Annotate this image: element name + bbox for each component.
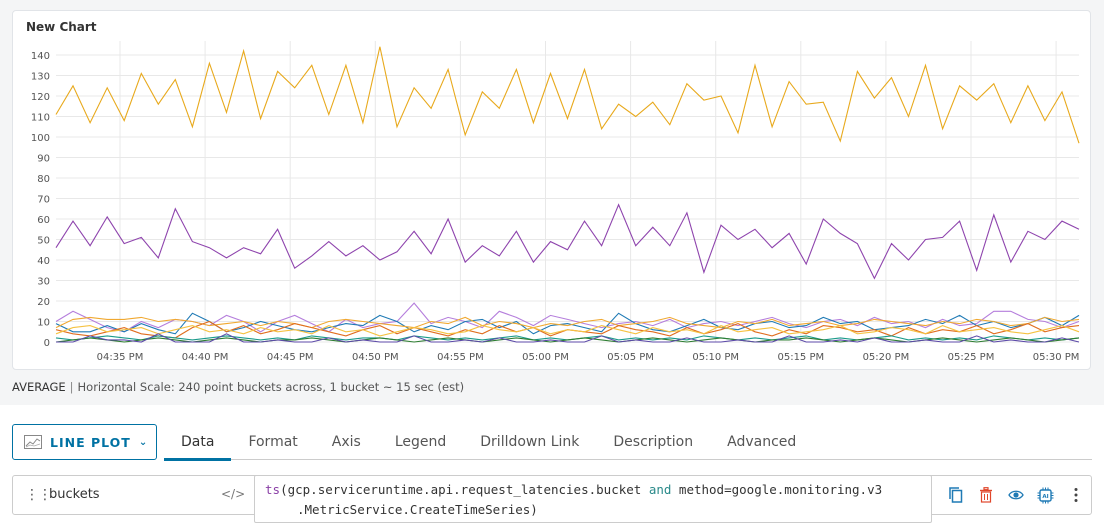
query-keyword: and xyxy=(648,482,672,497)
tab-format[interactable]: Format xyxy=(231,424,314,460)
x-tick-label: 05:10 PM xyxy=(692,352,739,363)
x-tick-label: 04:50 PM xyxy=(352,352,399,363)
drag-handle-icon[interactable]: ⋮⋮ xyxy=(25,487,52,503)
more-options-button[interactable] xyxy=(1067,487,1084,504)
toggle-visibility-button[interactable] xyxy=(1007,487,1024,504)
series-line-series-low-2[interactable] xyxy=(55,312,1080,335)
y-tick-label: 30 xyxy=(37,277,50,288)
query-function: ts xyxy=(265,482,281,497)
delete-button[interactable] xyxy=(977,487,994,504)
ai-assist-button[interactable]: AI xyxy=(1037,487,1054,504)
query-row: ⋮⋮ buckets </> ts(gcp.serviceruntime.api… xyxy=(12,475,1092,523)
x-tick-label: 04:45 PM xyxy=(267,352,314,363)
tab-advanced[interactable]: Advanced xyxy=(710,424,813,460)
y-tick-label: 70 xyxy=(37,195,50,206)
x-tick-label: 04:35 PM xyxy=(97,352,144,363)
chevron-down-icon: ⌄ xyxy=(138,436,149,448)
y-tick-label: 60 xyxy=(37,215,50,226)
y-tick-label: 0 xyxy=(44,338,50,349)
chart-type-label: LINE PLOT xyxy=(50,434,131,450)
y-tick-label: 40 xyxy=(37,256,50,267)
y-tick-label: 110 xyxy=(31,113,50,124)
y-tick-label: 10 xyxy=(37,318,50,329)
kebab-icon xyxy=(1074,488,1077,502)
x-tick-label: 05:20 PM xyxy=(863,352,910,363)
tab-description[interactable]: Description xyxy=(596,424,710,460)
x-tick-label: 04:40 PM xyxy=(182,352,229,363)
chart-editor: LINE PLOT ⌄ Data Format Axis Legend Dril… xyxy=(0,405,1104,528)
y-tick-label: 20 xyxy=(37,297,50,308)
x-tick-label: 04:55 PM xyxy=(437,352,484,363)
query-input[interactable]: ts(gcp.serviceruntime.api.request_latenc… xyxy=(254,475,932,523)
y-tick-label: 90 xyxy=(37,154,50,165)
y-tick-label: 100 xyxy=(31,133,50,144)
copy-icon xyxy=(948,487,962,503)
trash-icon xyxy=(979,487,992,503)
y-tick-label: 120 xyxy=(31,92,50,103)
y-tick-label: 140 xyxy=(31,51,50,62)
tab-legend[interactable]: Legend xyxy=(378,424,463,460)
chart-type-dropdown[interactable]: LINE PLOT ⌄ xyxy=(12,424,157,460)
y-tick-label: 130 xyxy=(31,72,50,83)
copy-button[interactable] xyxy=(947,487,964,504)
tab-axis[interactable]: Axis xyxy=(315,424,378,460)
aggregation-label: AVERAGE xyxy=(12,380,66,394)
x-tick-label: 05:15 PM xyxy=(777,352,824,363)
query-part-2: method=google.monitoring.v3 xyxy=(671,482,883,497)
y-tick-label: 50 xyxy=(37,236,50,247)
tab-drilldown-link[interactable]: Drilldown Link xyxy=(463,424,596,460)
query-line-2: .MetricService.CreateTimeSeries) xyxy=(297,502,538,517)
chart-card: New Chart 0 10 20 30 40 50 60 70 80 90 100 110 120 13… xyxy=(12,10,1091,370)
x-tick-label: 05:30 PM xyxy=(1033,352,1080,363)
query-name[interactable]: buckets xyxy=(49,487,100,502)
code-toggle-icon[interactable]: </> xyxy=(221,487,245,501)
eye-icon xyxy=(1007,490,1024,500)
x-tick-label: 05:25 PM xyxy=(948,352,995,363)
query-line-1: ts(gcp.serviceruntime.api.request_latenc… xyxy=(265,480,921,500)
line-chart-icon xyxy=(24,435,42,449)
x-tick-label: 05:05 PM xyxy=(607,352,654,363)
series-line-series-yellow-high[interactable] xyxy=(55,46,1080,144)
series-line-series-low-6[interactable] xyxy=(55,335,1080,341)
scale-description: Horizontal Scale: 240 point buckets acro… xyxy=(77,380,465,394)
series-line-series-purple-mid[interactable] xyxy=(55,203,1080,280)
query-actions: AI xyxy=(943,476,1084,514)
line-chart[interactable]: 0 10 20 30 40 50 60 70 80 90 100 110 120 130 140 04:35 … xyxy=(13,11,1092,371)
y-tick-label: 80 xyxy=(37,174,50,185)
chart-summary: AVERAGE | Horizontal Scale: 240 point buck… xyxy=(12,380,464,394)
editor-tabs: Data Format Axis Legend Drilldown Link D… xyxy=(164,424,1092,461)
svg-text:AI: AI xyxy=(1042,494,1048,500)
x-tick-label: 05:00 PM xyxy=(522,352,569,363)
series-line-series-low-1[interactable] xyxy=(55,302,1080,333)
separator: | xyxy=(69,380,74,394)
tab-data[interactable]: Data xyxy=(164,424,232,461)
query-part-1: (gcp.serviceruntime.api.request_latencie… xyxy=(280,482,649,497)
ai-chip-icon: AI xyxy=(1037,487,1054,503)
